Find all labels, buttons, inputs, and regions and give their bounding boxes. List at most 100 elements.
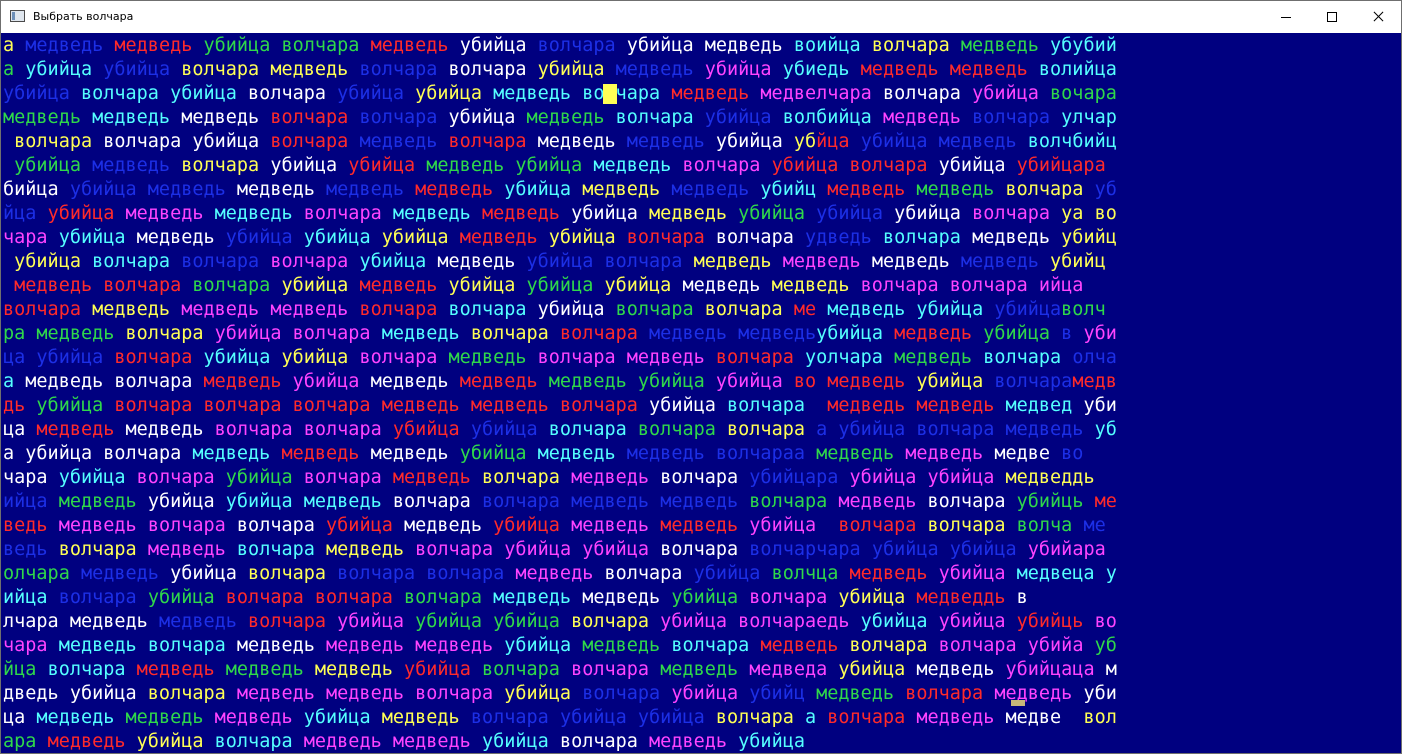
console-word: волчара — [203, 395, 293, 416]
console-word: волчара — [270, 251, 360, 272]
console-word: волчара — [481, 491, 572, 512]
console-word: дведь — [3, 683, 70, 704]
console-word: медведь — [481, 203, 572, 224]
console-word: волчара — [972, 203, 1062, 224]
console-word: волчара — [58, 539, 148, 560]
console-word: убийца — [225, 467, 304, 488]
console-word: а — [3, 35, 26, 56]
console-word: медве — [994, 443, 1062, 464]
console-word: медведь — [114, 35, 204, 56]
close-button[interactable] — [1355, 1, 1401, 33]
console-text-area[interactable]: а медведь медведь убийца волчара медведь… — [1, 34, 1401, 753]
console-word: убийца — [493, 515, 572, 536]
console-word: убийца — [481, 731, 560, 752]
console-word: во — [793, 371, 828, 392]
console-line: чара убийца медведь убийца убийца убийца… — [3, 226, 1401, 250]
console-word: медведь — [181, 107, 271, 128]
console-word: медведь — [359, 275, 449, 296]
title-bar[interactable]: Выбрать волчара — [1, 1, 1401, 33]
console-word: волчара — [426, 563, 516, 584]
console-word: а — [3, 371, 26, 392]
console-word: дь — [3, 395, 37, 416]
console-word: убийца — [537, 299, 616, 320]
console-word: медведь — [682, 275, 772, 296]
console-word: уб — [793, 131, 817, 152]
console-word: ийца — [1038, 275, 1084, 296]
console-word: убийца — [938, 611, 1017, 632]
console-word: медведь — [660, 659, 750, 680]
console-word: вочара — [1050, 83, 1117, 104]
console-word: волчара — [248, 611, 338, 632]
console-word: убийца — [949, 539, 1028, 560]
console-word: лчара — [3, 611, 70, 632]
console-word: медведь — [972, 227, 1062, 248]
console-word: медведь — [916, 707, 1006, 728]
console-word: медведь — [25, 371, 115, 392]
console-line: волчара медведь медведь медведь волчара … — [3, 298, 1401, 322]
minimize-button[interactable] — [1263, 1, 1309, 33]
console-word: волчара — [470, 707, 560, 728]
console-word: убийца — [58, 227, 137, 248]
console-word: волчара — [181, 59, 271, 80]
console-word: медведь — [36, 707, 126, 728]
console-word: убийца — [649, 395, 728, 416]
console-word: волч — [1061, 299, 1106, 320]
console-word: волчара — [949, 275, 1039, 296]
console-word: убийца — [192, 131, 271, 152]
console-word: волчара — [559, 395, 650, 416]
console-word: медведь — [370, 443, 460, 464]
console-line: йца волчара медведь медведь медведь убий… — [3, 658, 1401, 682]
console-word: волчара — [983, 347, 1073, 368]
maximize-button[interactable] — [1309, 1, 1355, 33]
console-word: медведь — [459, 371, 549, 392]
console-word: убийца — [972, 83, 1051, 104]
console-line: ца медведь медведь волчара волчара убийц… — [3, 418, 1401, 442]
console-word: волчара — [994, 371, 1073, 392]
console-word: медведь — [236, 683, 327, 704]
console-word: медведь — [125, 419, 215, 440]
console-word: волчара — [537, 35, 627, 56]
console-word: убийца — [203, 35, 282, 56]
console-word: уб — [1094, 179, 1117, 200]
console-word: медведь — [582, 587, 672, 608]
console-word: убийца — [838, 587, 917, 608]
console-word: медведь — [303, 491, 393, 512]
console-word: волчара — [715, 707, 805, 728]
console-word: убийца — [170, 83, 249, 104]
console-word: убийца — [225, 227, 304, 248]
console-word: медведь — [392, 731, 482, 752]
console-word: волчара — [303, 203, 393, 224]
console-word: убийца — [214, 323, 293, 344]
console-word: волчара — [448, 131, 538, 152]
console-word: медведь — [392, 467, 482, 488]
text-cursor — [603, 84, 617, 104]
console-word: убийца — [604, 275, 683, 296]
console-word: волбийца — [782, 107, 883, 128]
console-word: медведь — [404, 515, 494, 536]
console-word: медведь — [58, 515, 148, 536]
console-word: волчара — [125, 323, 215, 344]
console-word: м — [1105, 659, 1117, 680]
console-window: Выбрать волчара а медведь медведь убийца… — [0, 0, 1402, 754]
console-word: медведь — [314, 659, 404, 680]
console-word: медведь — [69, 611, 159, 632]
console-word: убийца — [637, 707, 716, 728]
console-word: медведь — [671, 179, 761, 200]
app-icon[interactable] — [10, 10, 25, 22]
console-word: ме — [793, 299, 828, 320]
console-word: убийа — [1027, 635, 1095, 656]
console-word: убийца — [381, 227, 460, 248]
console-word: убийца — [738, 203, 817, 224]
console-word: медведь — [771, 275, 861, 296]
console-word: медведь — [949, 59, 1039, 80]
console-word: медведь — [816, 443, 906, 464]
console-word: волчара — [571, 659, 661, 680]
console-word: убийца — [894, 203, 973, 224]
console-word: убийца — [559, 707, 638, 728]
console-line: убийца волчара волчара волчара убийца ме… — [3, 250, 1401, 274]
console-word: медведь — [80, 563, 171, 584]
console-word: а — [804, 707, 828, 728]
console-word: медведь — [125, 203, 215, 224]
console-word: волчара — [147, 635, 237, 656]
console-word: убийца — [816, 323, 895, 344]
